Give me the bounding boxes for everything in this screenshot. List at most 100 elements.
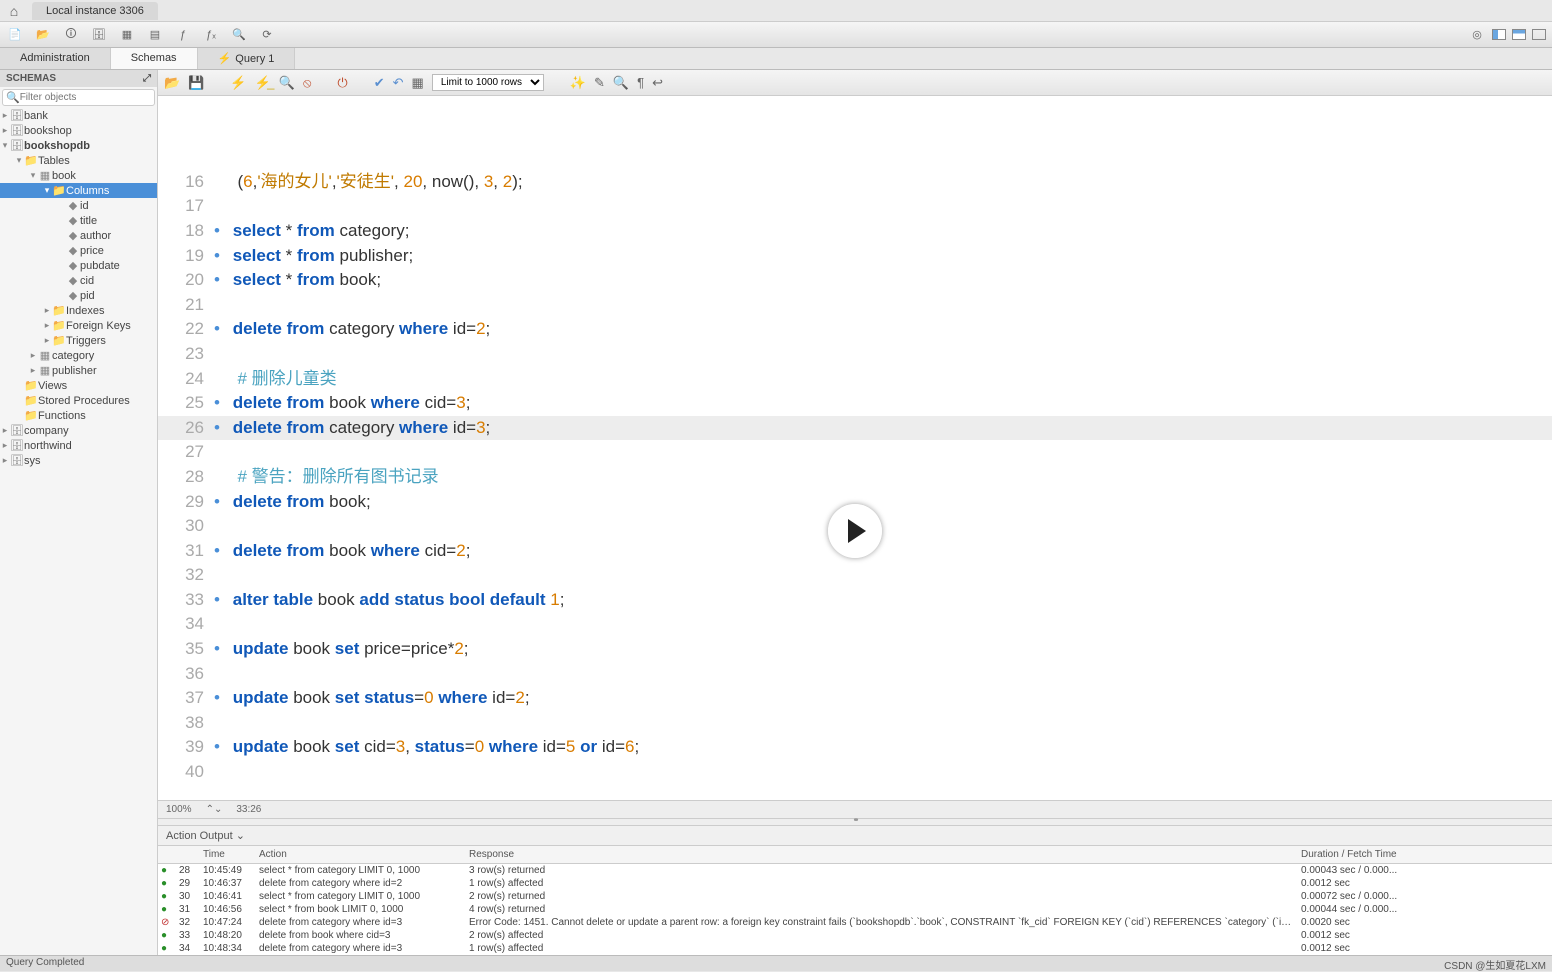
- new-schema-icon[interactable]: 🗄: [90, 26, 108, 44]
- output-row[interactable]: ●3010:46:41select * from category LIMIT …: [158, 890, 1552, 903]
- reconnect-icon[interactable]: ⟳: [258, 26, 276, 44]
- connection-tab[interactable]: Local instance 3306: [32, 2, 158, 20]
- line-38[interactable]: 38: [158, 711, 1552, 736]
- tree-sys[interactable]: ▸🗄sys: [0, 453, 157, 468]
- tree-functions[interactable]: 📁Functions: [0, 408, 157, 423]
- search-editor-icon[interactable]: 🔍: [613, 75, 629, 91]
- filter-input[interactable]: [20, 92, 151, 103]
- tree-triggers[interactable]: ▸📁Triggers: [0, 333, 157, 348]
- line-23[interactable]: 23: [158, 342, 1552, 367]
- new-procedure-icon[interactable]: ƒ: [174, 26, 192, 44]
- admin-tab[interactable]: Administration: [0, 48, 111, 69]
- output-row[interactable]: ●3110:46:56select * from book LIMIT 0, 1…: [158, 903, 1552, 916]
- line-19[interactable]: 19• select * from publisher;: [158, 244, 1552, 269]
- output-row[interactable]: ⊘3210:47:24delete from category where id…: [158, 916, 1552, 929]
- play-overlay[interactable]: [828, 504, 882, 558]
- line-24[interactable]: 24 # 删除儿童类: [158, 367, 1552, 392]
- query-tab[interactable]: ⚡Query 1: [198, 48, 296, 69]
- tree-publisher[interactable]: ▸▦publisher: [0, 363, 157, 378]
- cursor-pos: 33:26: [236, 804, 261, 815]
- explain-icon[interactable]: 🔍: [279, 75, 295, 91]
- sql-editor[interactable]: 16 (6,'海的女儿','安徒生', 20, now(), 3, 2);171…: [158, 96, 1552, 800]
- new-function-icon[interactable]: ƒₓ: [202, 26, 220, 44]
- beautify-icon[interactable]: ✨: [570, 75, 586, 91]
- line-37[interactable]: 37• update book set status=0 where id=2;: [158, 686, 1552, 711]
- tree-company[interactable]: ▸🗄company: [0, 423, 157, 438]
- tree-pid[interactable]: ◆pid: [0, 288, 157, 303]
- schemas-tab[interactable]: Schemas: [111, 48, 198, 69]
- line-26[interactable]: 26• delete from category where id=3;: [158, 416, 1552, 441]
- output-row[interactable]: ●2810:45:49select * from category LIMIT …: [158, 864, 1552, 877]
- line-34[interactable]: 34: [158, 612, 1552, 637]
- toggle-autocommit-icon[interactable]: ⏻: [337, 75, 347, 91]
- tree-price[interactable]: ◆price: [0, 243, 157, 258]
- tree-foreign_keys[interactable]: ▸📁Foreign Keys: [0, 318, 157, 333]
- inspector-icon[interactable]: 🛈: [62, 26, 80, 44]
- tree-views[interactable]: 📁Views: [0, 378, 157, 393]
- tree-indexes[interactable]: ▸📁Indexes: [0, 303, 157, 318]
- limit-select[interactable]: Limit to 1000 rows: [432, 74, 544, 91]
- tree-bank[interactable]: ▸🗄bank: [0, 108, 157, 123]
- line-33[interactable]: 33• alter table book add status bool def…: [158, 588, 1552, 613]
- tree-bookshopdb[interactable]: ▾🗄bookshopdb: [0, 138, 157, 153]
- tree-category[interactable]: ▸▦category: [0, 348, 157, 363]
- toggle-secondary-icon[interactable]: [1532, 29, 1546, 40]
- collapse-icon[interactable]: ⤢: [143, 73, 151, 84]
- statusbar: Query Completed CSDN @生如夏花LXM: [0, 955, 1552, 971]
- line-25[interactable]: 25• delete from book where cid=3;: [158, 391, 1552, 416]
- line-18[interactable]: 18• select * from category;: [158, 219, 1552, 244]
- line-36[interactable]: 36: [158, 662, 1552, 687]
- tree-northwind[interactable]: ▸🗄northwind: [0, 438, 157, 453]
- new-view-icon[interactable]: ▤: [146, 26, 164, 44]
- tree-stored_procs[interactable]: 📁Stored Procedures: [0, 393, 157, 408]
- tree-id[interactable]: ◆id: [0, 198, 157, 213]
- toggle-limit-icon[interactable]: ▦: [412, 75, 424, 91]
- dashboard-icon[interactable]: ◎: [1468, 26, 1486, 44]
- output-row[interactable]: ●2910:46:37delete from category where id…: [158, 877, 1552, 890]
- line-22[interactable]: 22• delete from category where id=2;: [158, 317, 1552, 342]
- line-20[interactable]: 20• select * from book;: [158, 268, 1552, 293]
- line-27[interactable]: 27: [158, 440, 1552, 465]
- open-file-icon[interactable]: 📂: [164, 75, 180, 91]
- dropdown-icon[interactable]: ⌄: [236, 830, 245, 842]
- filter-box[interactable]: 🔍: [2, 89, 155, 106]
- new-sql-tab-icon[interactable]: 📄: [6, 26, 24, 44]
- tree-author[interactable]: ◆author: [0, 228, 157, 243]
- line-32[interactable]: 32: [158, 563, 1552, 588]
- execute-icon[interactable]: ⚡: [230, 75, 246, 91]
- tree-title[interactable]: ◆title: [0, 213, 157, 228]
- commit-icon[interactable]: ✔: [374, 75, 385, 91]
- line-17[interactable]: 17: [158, 194, 1552, 219]
- wrap-icon[interactable]: ↩: [652, 75, 663, 91]
- home-icon[interactable]: ⌂: [0, 3, 28, 19]
- toggle-sidebar-icon[interactable]: [1492, 29, 1506, 40]
- zoom-level: 100%: [166, 804, 192, 815]
- invisible-icon[interactable]: ¶: [637, 75, 644, 90]
- output-row[interactable]: ●3310:48:20delete from book where cid=32…: [158, 929, 1552, 942]
- line-35[interactable]: 35• update book set price=price*2;: [158, 637, 1552, 662]
- new-table-icon[interactable]: ▦: [118, 26, 136, 44]
- line-28[interactable]: 28 # 警告：删除所有图书记录: [158, 465, 1552, 490]
- stop-icon[interactable]: ⦸: [303, 75, 311, 91]
- tree-cid[interactable]: ◆cid: [0, 273, 157, 288]
- tree-columns[interactable]: ▾📁Columns: [0, 183, 157, 198]
- tree-bookshop[interactable]: ▸🗄bookshop: [0, 123, 157, 138]
- line-39[interactable]: 39• update book set cid=3, status=0 wher…: [158, 735, 1552, 760]
- line-16[interactable]: 16 (6,'海的女儿','安徒生', 20, now(), 3, 2);: [158, 170, 1552, 195]
- output-row[interactable]: ●3410:48:34delete from category where id…: [158, 942, 1552, 955]
- tree-tables[interactable]: ▾📁Tables: [0, 153, 157, 168]
- search-icon[interactable]: 🔍: [230, 26, 248, 44]
- tree-book[interactable]: ▾▦book: [0, 168, 157, 183]
- schema-tree[interactable]: ▸🗄bank▸🗄bookshop▾🗄bookshopdb▾📁Tables▾▦bo…: [0, 108, 157, 955]
- tree-pubdate[interactable]: ◆pubdate: [0, 258, 157, 273]
- execute-current-icon[interactable]: ⚡̲: [255, 75, 271, 91]
- line-21[interactable]: 21: [158, 293, 1552, 318]
- zoom-stepper[interactable]: ⌃⌄: [206, 804, 223, 815]
- rollback-icon[interactable]: ↶: [393, 75, 404, 91]
- find-icon[interactable]: ✎: [594, 75, 605, 91]
- save-file-icon[interactable]: 💾: [188, 75, 204, 91]
- line-40[interactable]: 40: [158, 760, 1552, 785]
- open-sql-icon[interactable]: 📂: [34, 26, 52, 44]
- toggle-output-icon[interactable]: [1512, 29, 1526, 40]
- splitter-handle[interactable]: ••: [158, 818, 1552, 826]
